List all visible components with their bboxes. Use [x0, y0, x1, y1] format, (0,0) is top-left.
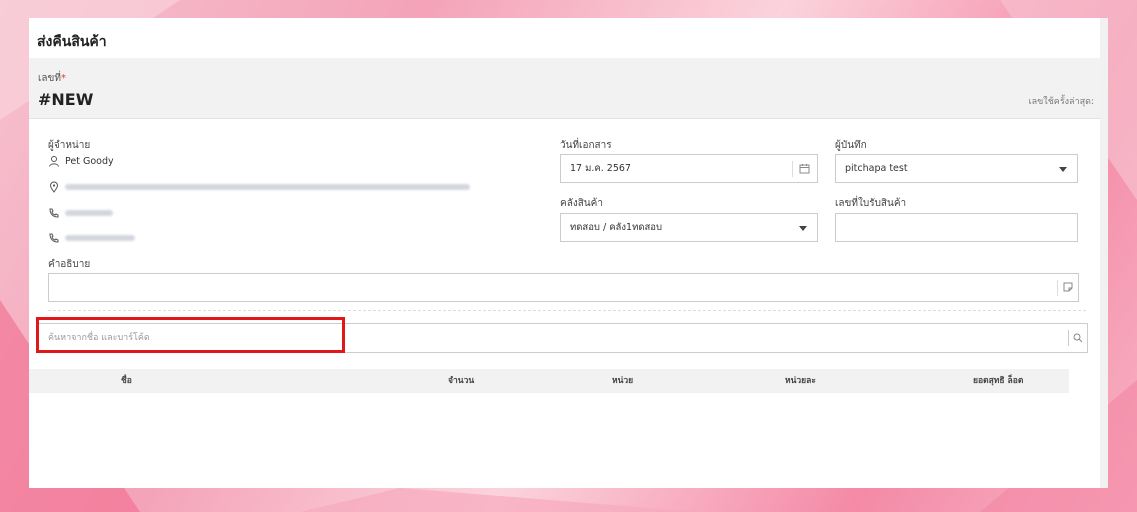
description-input[interactable] — [48, 273, 1079, 302]
calendar-icon[interactable] — [799, 163, 810, 174]
column-header-name: ชื่อ — [121, 376, 132, 386]
location-pin-icon — [49, 181, 59, 193]
document-date-label: วันที่เอกสาร — [560, 140, 612, 151]
scrollbar[interactable] — [1100, 18, 1108, 488]
last-used-number-label: เลขใช้ครั้งล่าสุด: — [1028, 97, 1094, 107]
supplier-phone2-blurred — [65, 235, 135, 241]
items-table-header: ชื่อ จำนวน หน่วย หน่วยละ ยอดสุทธิ ล็อต — [29, 369, 1069, 393]
warehouse-label: คลังสินค้า — [560, 198, 603, 209]
field-separator — [1057, 280, 1058, 296]
document-date-field[interactable]: 17 ม.ค. 2567 — [560, 154, 818, 183]
phone-icon — [49, 233, 59, 243]
document-number-bar: เลขที่* #NEW เลขใช้ครั้งล่าสุด: — [29, 58, 1100, 119]
chevron-down-icon — [799, 226, 807, 231]
receipt-number-label: เลขที่ใบรับสินค้า — [835, 198, 907, 209]
search-highlight-box — [36, 317, 345, 353]
person-icon — [49, 156, 59, 167]
warehouse-select[interactable]: ทดสอบ / คลัง1ทดสอบ — [560, 213, 818, 242]
supplier-address-blurred — [65, 184, 470, 190]
page-title: ส่งคืนสินค้า — [37, 34, 107, 50]
chevron-down-icon — [1059, 167, 1067, 172]
description-label: คำอธิบาย — [48, 259, 91, 270]
document-date-value: 17 ม.ค. 2567 — [570, 163, 631, 174]
document-number-value: #NEW — [38, 90, 94, 109]
note-icon[interactable] — [1063, 282, 1073, 292]
supplier-phone-blurred — [65, 210, 113, 216]
column-header-unit: หน่วย — [612, 376, 634, 386]
phone-icon — [49, 208, 59, 218]
supplier-name: Pet Goody — [65, 156, 114, 167]
field-separator — [792, 161, 793, 177]
receipt-number-input[interactable] — [835, 213, 1078, 242]
supplier-label: ผู้จำหน่าย — [48, 140, 91, 151]
recorder-select[interactable]: pitchapa test — [835, 154, 1078, 183]
document-number-label-text: เลขที่ — [38, 73, 61, 84]
document-number-label: เลขที่* — [38, 71, 66, 86]
return-goods-panel: ส่งคืนสินค้า เลขที่* #NEW เลขใช้ครั้งล่า… — [29, 18, 1100, 488]
field-separator — [1068, 330, 1069, 346]
column-header-net-lot: ยอดสุทธิ ล็อต — [973, 376, 1024, 386]
warehouse-value: ทดสอบ / คลัง1ทดสอบ — [570, 222, 663, 233]
recorder-label: ผู้บันทึก — [835, 140, 867, 151]
column-header-quantity: จำนวน — [448, 376, 475, 386]
search-icon[interactable] — [1073, 333, 1083, 343]
recorder-value: pitchapa test — [845, 163, 908, 174]
section-divider — [48, 310, 1086, 311]
column-header-unit-price: หน่วยละ — [785, 376, 816, 386]
required-mark: * — [60, 73, 66, 84]
